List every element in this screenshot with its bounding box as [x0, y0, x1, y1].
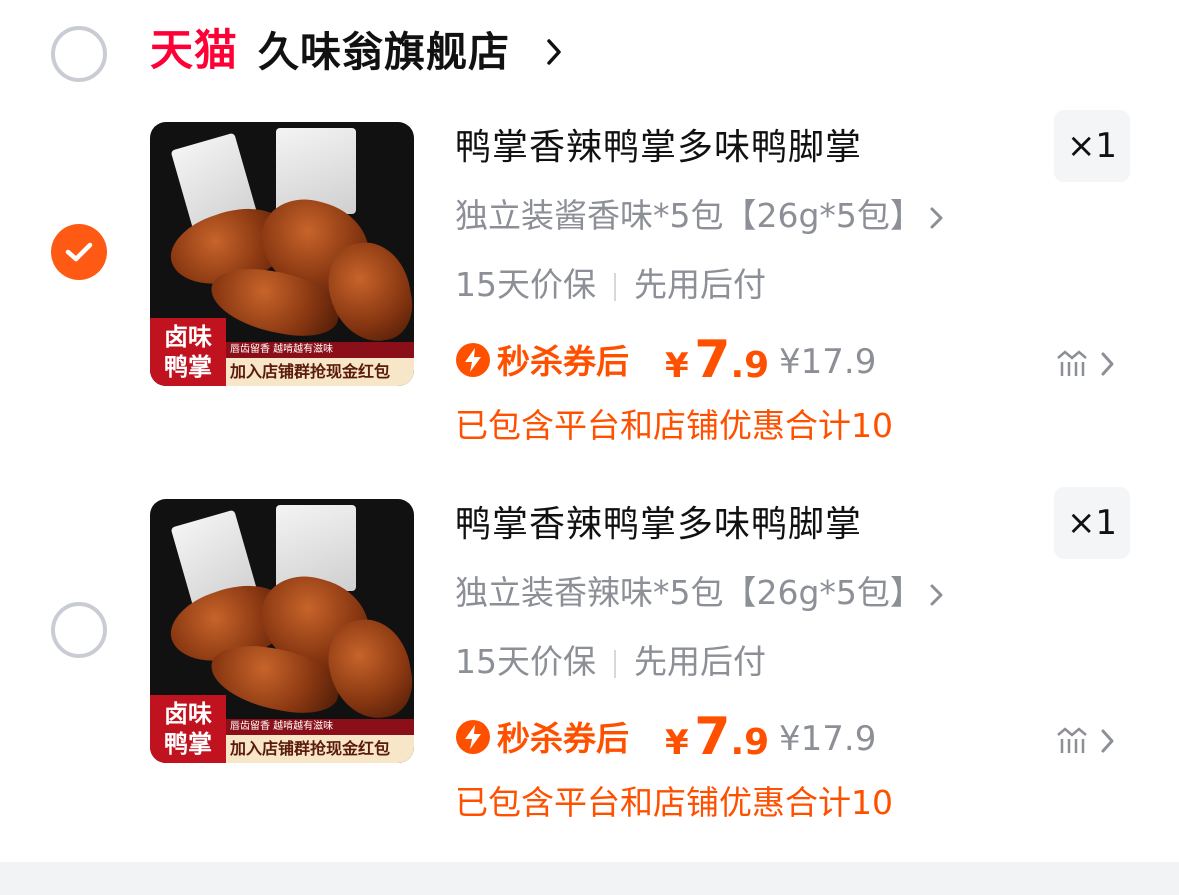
cart-item: 卤味 鸭掌 唇齿留香 越啃越有滋味 加入店铺群抢现金红包 鸭掌香辣鸭掌多味鸭脚掌…	[0, 110, 1179, 492]
sku-spec-selector[interactable]: 独立装酱香味*5包【26g*5包】	[455, 194, 945, 238]
sku-spec-label: 独立装香辣味*5包【26g*5包】	[455, 573, 923, 612]
section-separator	[0, 862, 1179, 895]
divider	[614, 649, 616, 678]
store-select-radio[interactable]	[51, 26, 107, 82]
price-trend-icon[interactable]	[1057, 727, 1117, 755]
discount-note[interactable]: 已包含平台和店铺优惠合计10	[455, 781, 893, 825]
thumbnail-badge: 卤味 鸭掌	[150, 318, 226, 386]
promo-label: 秒杀券后	[497, 719, 629, 758]
service-guarantees: 15天价保 先用后付	[455, 263, 766, 307]
chevron-right-icon	[930, 584, 943, 605]
checkmark-icon	[65, 242, 93, 262]
store-header: 天猫 久味翁旗舰店	[0, 0, 1179, 108]
product-title[interactable]: 鸭掌香辣鸭掌多味鸭脚掌	[455, 125, 862, 171]
thumbnail-banner: 加入店铺群抢现金红包	[226, 735, 414, 763]
price-line: 秒杀券后 ¥ 7.9 ¥17.9	[455, 707, 1155, 767]
sku-spec-label: 独立装酱香味*5包【26g*5包】	[455, 196, 923, 235]
divider	[614, 272, 616, 301]
product-thumbnail[interactable]: 卤味 鸭掌 唇齿留香 越啃越有滋味 加入店铺群抢现金红包	[150, 122, 414, 386]
quantity-selector[interactable]: ×1	[1054, 487, 1130, 559]
thumbnail-badge: 卤味 鸭掌	[150, 695, 226, 763]
price-protection-label: 15天价保	[455, 265, 596, 304]
product-title[interactable]: 鸭掌香辣鸭掌多味鸭脚掌	[455, 502, 862, 548]
price-trend-icon[interactable]	[1057, 350, 1117, 378]
tmall-logo: 天猫	[150, 26, 238, 76]
item-select-radio-checked[interactable]	[51, 224, 107, 280]
sku-spec-selector[interactable]: 独立装香辣味*5包【26g*5包】	[455, 571, 945, 615]
quantity-selector[interactable]: ×1	[1054, 110, 1130, 182]
thumbnail-caption: 唇齿留香 越啃越有滋味	[226, 342, 414, 358]
item-select-radio[interactable]	[51, 602, 107, 658]
cart-item: 卤味 鸭掌 唇齿留香 越啃越有滋味 加入店铺群抢现金红包 鸭掌香辣鸭掌多味鸭脚掌…	[0, 487, 1179, 869]
chevron-right-icon	[930, 207, 943, 228]
original-price: ¥17.9	[779, 342, 877, 382]
final-price: ¥ 7.9	[665, 707, 770, 767]
original-price: ¥17.9	[779, 719, 877, 759]
discount-note[interactable]: 已包含平台和店铺优惠合计10	[455, 404, 893, 448]
price-protection-label: 15天价保	[455, 642, 596, 681]
store-name-link[interactable]: 久味翁旗舰店	[258, 26, 510, 78]
thumbnail-caption: 唇齿留香 越啃越有滋味	[226, 719, 414, 735]
chevron-right-icon[interactable]	[545, 38, 563, 66]
final-price: ¥ 7.9	[665, 330, 770, 390]
pay-later-label: 先用后付	[634, 265, 766, 304]
product-thumbnail[interactable]: 卤味 鸭掌 唇齿留香 越啃越有滋味 加入店铺群抢现金红包	[150, 499, 414, 763]
thumbnail-banner: 加入店铺群抢现金红包	[226, 358, 414, 386]
lightning-icon	[456, 343, 490, 377]
pay-later-label: 先用后付	[634, 642, 766, 681]
price-line: 秒杀券后 ¥ 7.9 ¥17.9	[455, 330, 1155, 390]
promo-label: 秒杀券后	[497, 342, 629, 381]
lightning-icon	[456, 720, 490, 754]
service-guarantees: 15天价保 先用后付	[455, 640, 766, 684]
